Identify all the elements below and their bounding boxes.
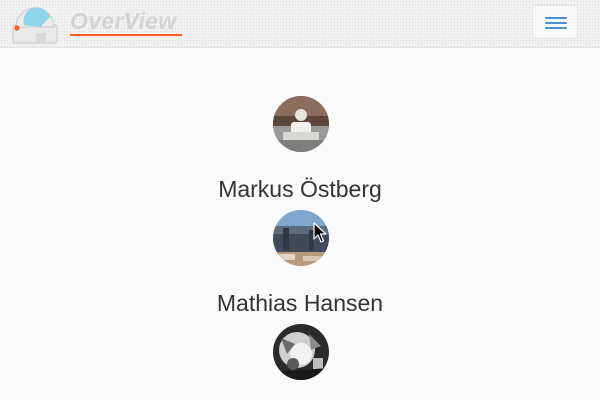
person-name[interactable]: Mathias Hansen bbox=[0, 289, 600, 317]
navbar: OverView bbox=[0, 0, 600, 48]
people-list: Markus Östberg Mathias Hansen bbox=[0, 48, 600, 400]
hamburger-menu-icon bbox=[545, 17, 567, 19]
menu-toggle-button[interactable] bbox=[532, 5, 578, 39]
brand-underline bbox=[70, 34, 182, 36]
avatar-markus-ostberg[interactable] bbox=[273, 96, 329, 152]
person-name[interactable]: Markus Östberg bbox=[0, 175, 600, 203]
hamburger-menu-icon bbox=[545, 27, 567, 29]
portrait-photo bbox=[273, 96, 329, 152]
observatory-dome-icon[interactable] bbox=[10, 3, 60, 45]
hamburger-menu-icon bbox=[545, 22, 567, 24]
avatar-third-person[interactable] bbox=[273, 324, 329, 380]
avatar-mathias-hansen[interactable] bbox=[273, 210, 329, 266]
portrait-photo bbox=[273, 324, 329, 380]
portrait-photo bbox=[273, 210, 329, 266]
brand-name[interactable]: OverView bbox=[70, 7, 176, 35]
